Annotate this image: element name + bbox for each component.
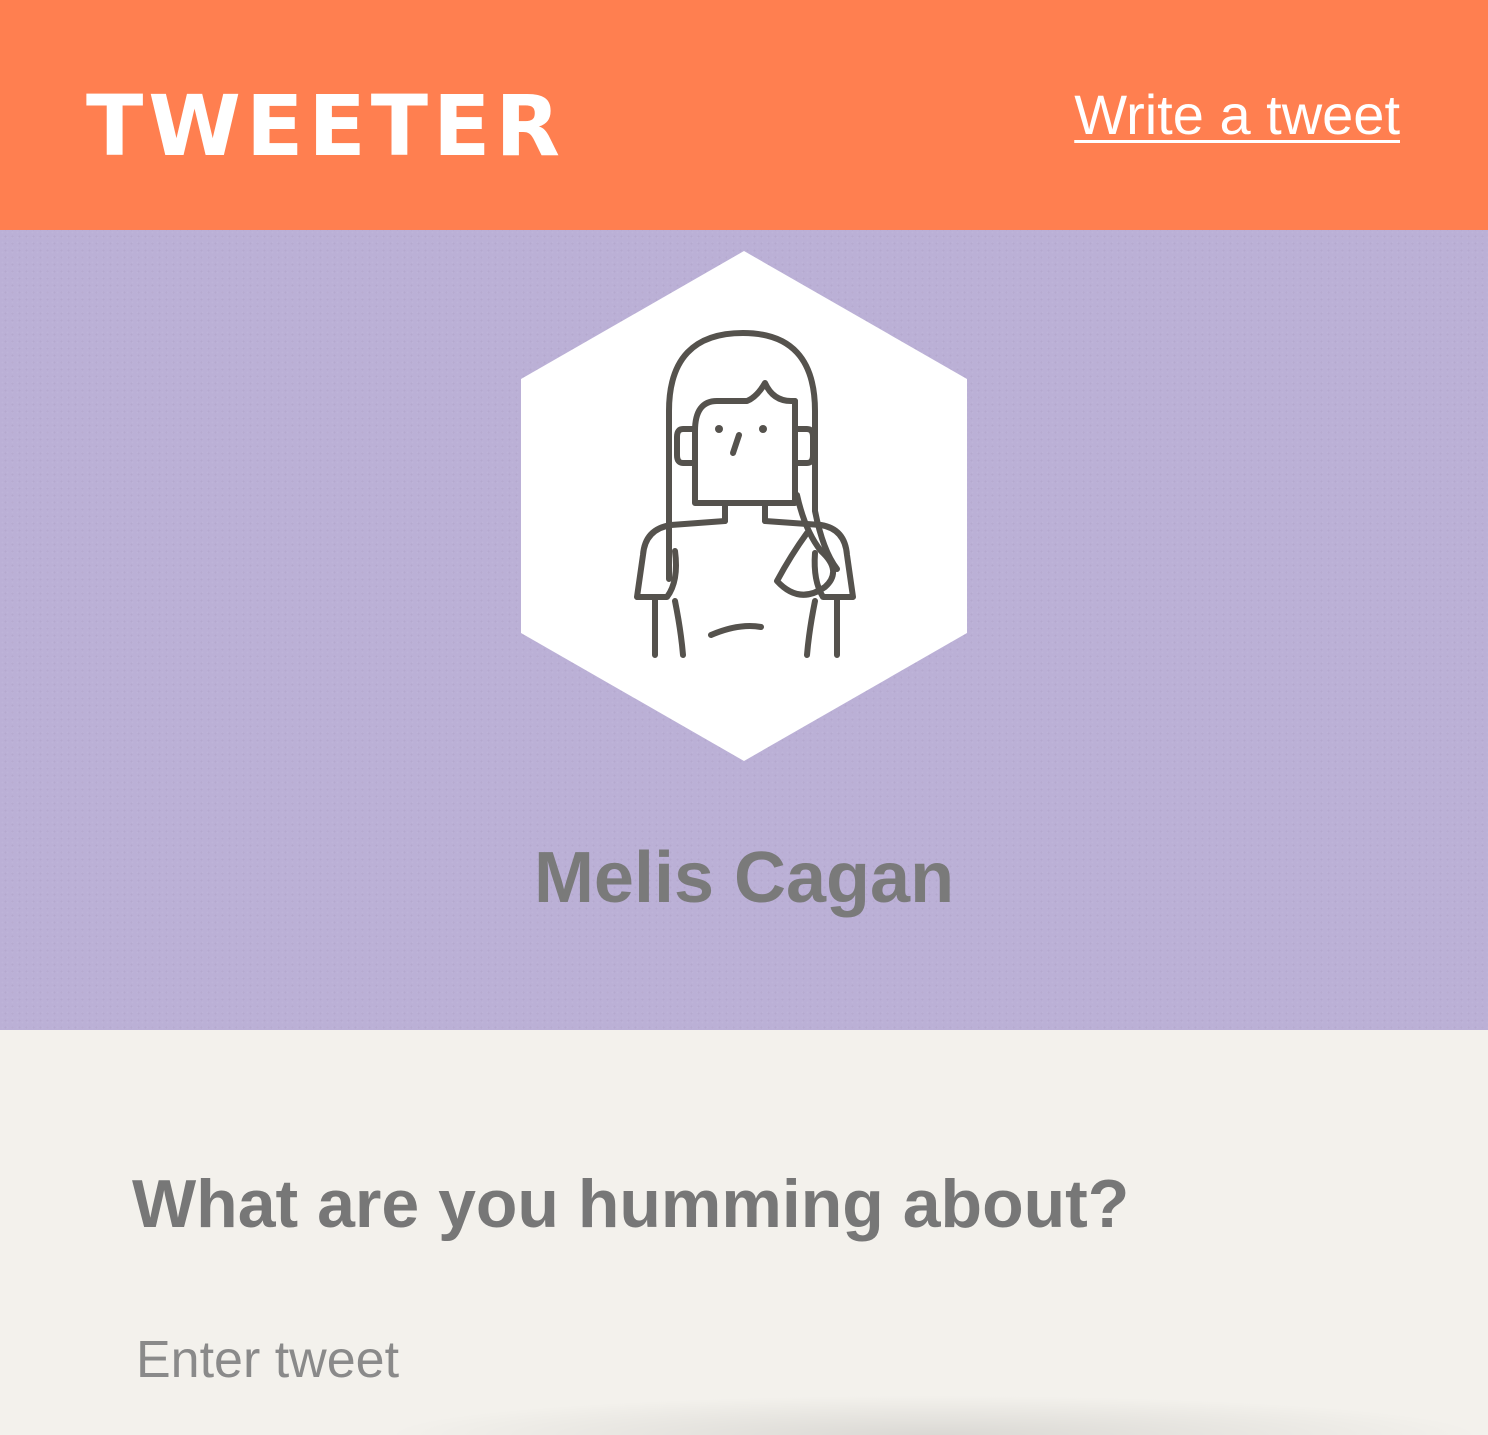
compose-prompt: What are you humming about? xyxy=(132,1166,1130,1242)
write-tweet-link[interactable]: Write a tweet xyxy=(1074,80,1400,150)
profile-banner: Melis Cagan xyxy=(0,230,1488,1030)
tweet-input[interactable] xyxy=(122,1315,1440,1405)
logo[interactable]: TWEETER xyxy=(86,76,565,176)
top-navbar: TWEETER Write a tweet xyxy=(0,0,1488,230)
woman-avatar-icon xyxy=(521,251,967,761)
profile-name: Melis Cagan xyxy=(533,838,955,918)
compose-section: What are you humming about? xyxy=(0,1030,1488,1435)
input-shadow xyxy=(380,1395,1488,1435)
